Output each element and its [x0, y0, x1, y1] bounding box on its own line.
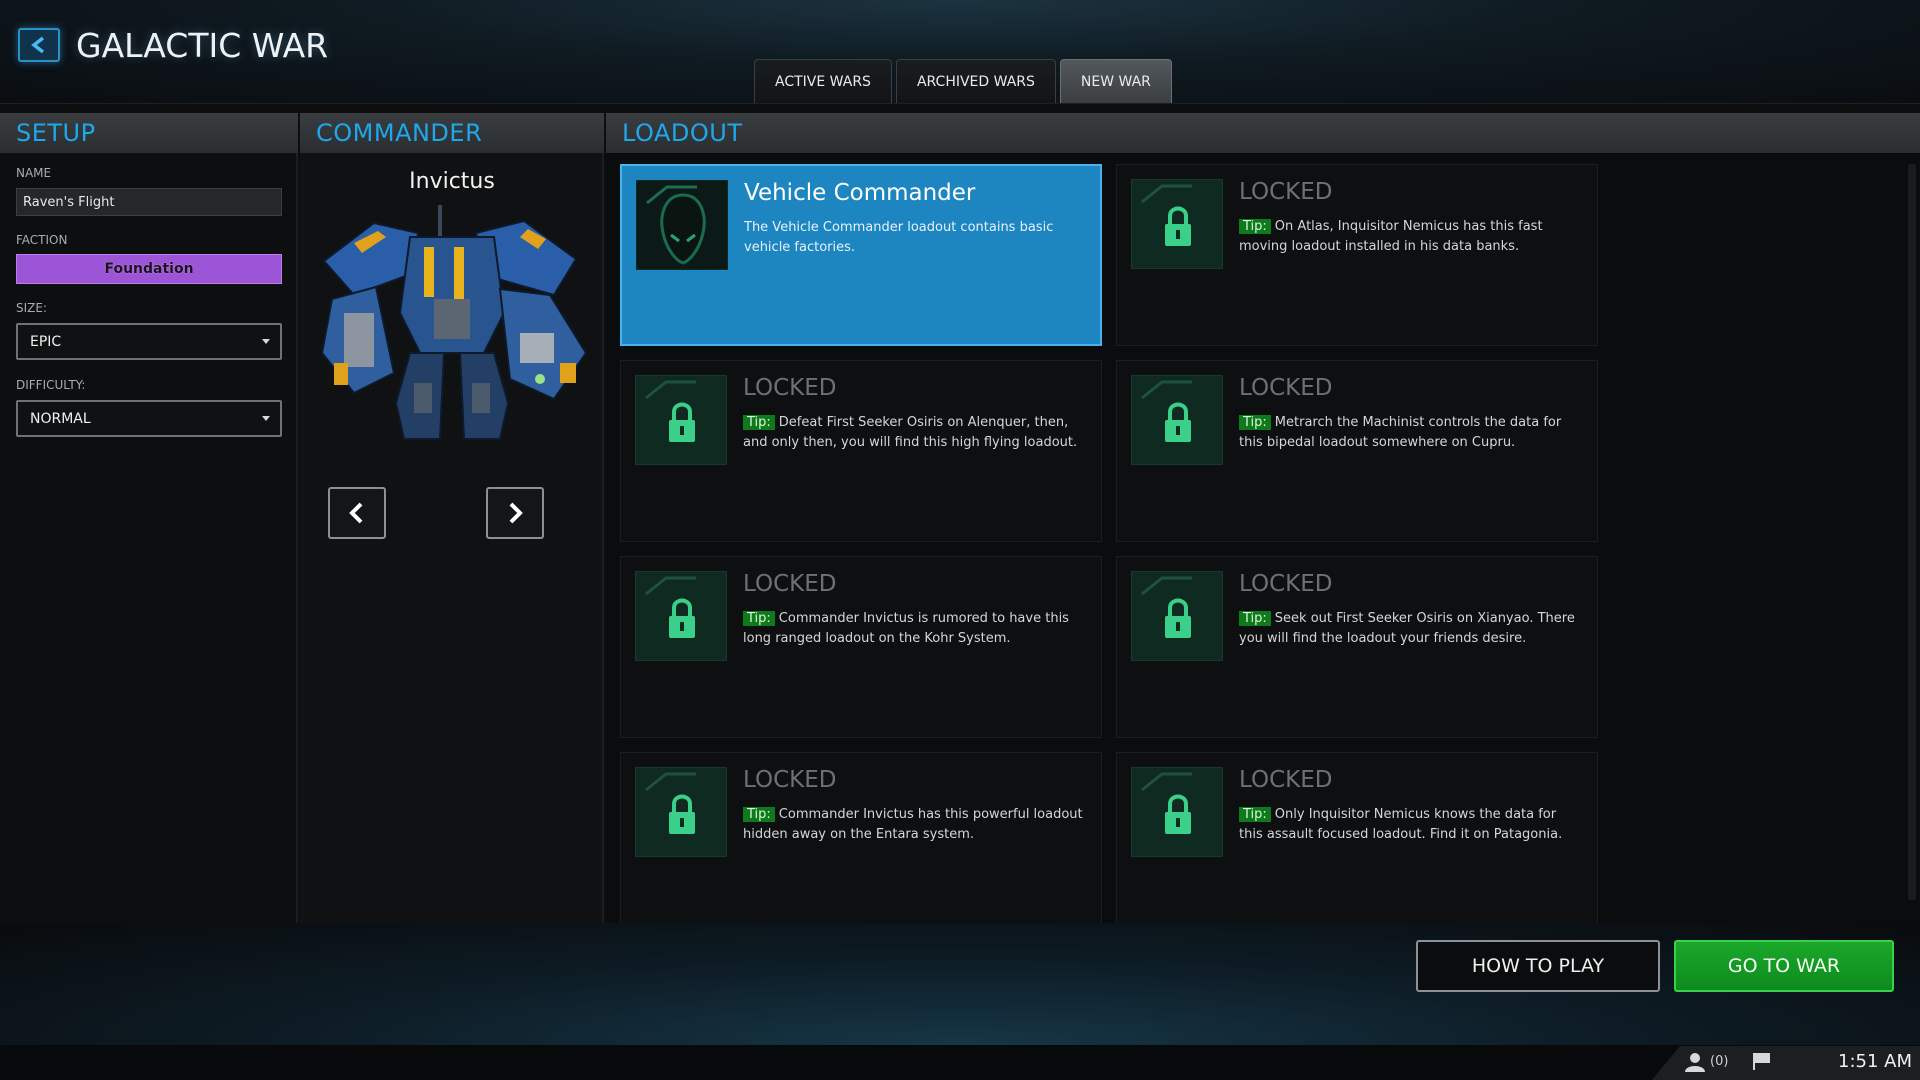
- lock-icon: [1131, 375, 1223, 465]
- next-commander-button[interactable]: [486, 487, 544, 539]
- loadout-card-locked[interactable]: LOCKED Tip: Only Inquisitor Nemicus knows…: [1116, 752, 1598, 934]
- how-to-play-button[interactable]: HOW TO PLAY: [1416, 940, 1660, 992]
- loadout-card-locked[interactable]: LOCKED Tip: Seek out First Seeker Osiris …: [1116, 556, 1598, 738]
- tip-badge: Tip:: [743, 807, 775, 822]
- lock-icon: [1131, 571, 1223, 661]
- vehicle-commander-icon: [636, 180, 728, 270]
- status-bar: [0, 1045, 1920, 1080]
- loadout-title: LOCKED: [1239, 375, 1333, 401]
- loadout-card-locked[interactable]: LOCKED Tip: Commander Invictus has this p…: [620, 752, 1102, 934]
- chevron-down-icon: [262, 339, 270, 344]
- tip-badge: Tip:: [1239, 611, 1271, 626]
- loadout-panel: Vehicle Commander The Vehicle Commander …: [606, 153, 1920, 934]
- loadout-description: Tip: Commander Invictus has this powerful…: [743, 807, 1083, 842]
- loadout-title: LOCKED: [1239, 179, 1333, 205]
- loadout-description: Tip: Seek out First Seeker Osiris on Xian…: [1239, 611, 1575, 646]
- loadout-description: Tip: Commander Invictus is rumored to hav…: [743, 611, 1069, 646]
- loadout-description: Tip: On Atlas, Inquisitor Nemicus has thi…: [1239, 219, 1543, 254]
- tip-badge: Tip:: [743, 611, 775, 626]
- difficulty-label: DIFFICULTY:: [16, 378, 86, 392]
- name-label: NAME: [16, 166, 52, 180]
- loadout-card-locked[interactable]: LOCKED Tip: Commander Invictus is rumored…: [620, 556, 1102, 738]
- loadout-heading: LOADOUT: [606, 113, 1920, 153]
- back-button[interactable]: [18, 28, 60, 62]
- loadout-title: LOCKED: [1239, 571, 1333, 597]
- loadout-description: Tip: Defeat First Seeker Osiris on Alenqu…: [743, 415, 1078, 450]
- tab-active-wars[interactable]: ACTIVE WARS: [754, 59, 892, 103]
- loadout-title: LOCKED: [1239, 767, 1333, 793]
- lock-icon: [635, 375, 727, 465]
- tip-badge: Tip:: [1239, 415, 1271, 430]
- go-to-war-button[interactable]: GO TO WAR: [1674, 940, 1894, 992]
- loadout-title: Vehicle Commander: [744, 180, 976, 206]
- size-dropdown[interactable]: EPIC: [16, 323, 282, 360]
- loadout-card-locked[interactable]: LOCKED Tip: Metrarch the Machinist contro…: [1116, 360, 1598, 542]
- tab-archived-wars[interactable]: ARCHIVED WARS: [895, 59, 1056, 103]
- notification-count: (0): [1710, 1054, 1729, 1069]
- user-icon[interactable]: [1684, 1052, 1706, 1072]
- difficulty-dropdown[interactable]: NORMAL: [16, 400, 282, 437]
- flag-icon[interactable]: [1752, 1052, 1772, 1070]
- chevron-right-icon: [509, 502, 523, 524]
- lock-icon: [635, 767, 727, 857]
- setup-heading: SETUP: [0, 113, 298, 153]
- page-title: GALACTIC WAR: [76, 26, 329, 65]
- size-label: SIZE:: [16, 301, 48, 315]
- prev-commander-button[interactable]: [328, 487, 386, 539]
- tip-badge: Tip:: [1239, 219, 1271, 234]
- chevron-left-icon: [349, 502, 363, 524]
- difficulty-value: NORMAL: [30, 410, 91, 427]
- war-name-input[interactable]: Raven's Flight: [16, 188, 282, 216]
- loadout-description: The Vehicle Commander loadout contains b…: [744, 220, 1054, 255]
- back-arrow-icon: [31, 36, 45, 54]
- loadout-card-vehicle-commander[interactable]: Vehicle Commander The Vehicle Commander …: [620, 164, 1102, 346]
- tab-new-war[interactable]: NEW WAR: [1059, 59, 1172, 103]
- commander-panel: Invictus: [300, 153, 604, 923]
- loadout-scrollbar[interactable]: [1908, 164, 1916, 900]
- commander-heading: COMMANDER: [300, 113, 604, 153]
- tip-badge: Tip:: [743, 415, 775, 430]
- commander-mech-image: [320, 205, 588, 440]
- lock-icon: [1131, 179, 1223, 269]
- lock-icon: [1131, 767, 1223, 857]
- tip-badge: Tip:: [1239, 807, 1271, 822]
- chevron-down-icon: [262, 416, 270, 421]
- loadout-card-locked[interactable]: LOCKED Tip: On Atlas, Inquisitor Nemicus …: [1116, 164, 1598, 346]
- clock: 1:51 AM: [1838, 1051, 1912, 1072]
- commander-name: Invictus: [409, 169, 495, 194]
- loadout-title: LOCKED: [743, 375, 837, 401]
- header: GALACTIC WAR ACTIVE WARS ARCHIVED WARS N…: [0, 0, 1920, 104]
- lock-icon: [635, 571, 727, 661]
- loadout-description: Tip: Metrarch the Machinist controls the …: [1239, 415, 1562, 450]
- faction-selector[interactable]: Foundation: [16, 254, 282, 284]
- loadout-description: Tip: Only Inquisitor Nemicus knows the da…: [1239, 807, 1563, 842]
- loadout-title: LOCKED: [743, 571, 837, 597]
- size-value: EPIC: [30, 333, 62, 350]
- war-tabs: ACTIVE WARS ARCHIVED WARS NEW WAR: [754, 59, 1172, 103]
- faction-label: FACTION: [16, 233, 68, 247]
- loadout-title: LOCKED: [743, 767, 837, 793]
- setup-panel: NAME Raven's Flight FACTION Foundation S…: [0, 153, 298, 923]
- loadout-card-locked[interactable]: LOCKED Tip: Defeat First Seeker Osiris on…: [620, 360, 1102, 542]
